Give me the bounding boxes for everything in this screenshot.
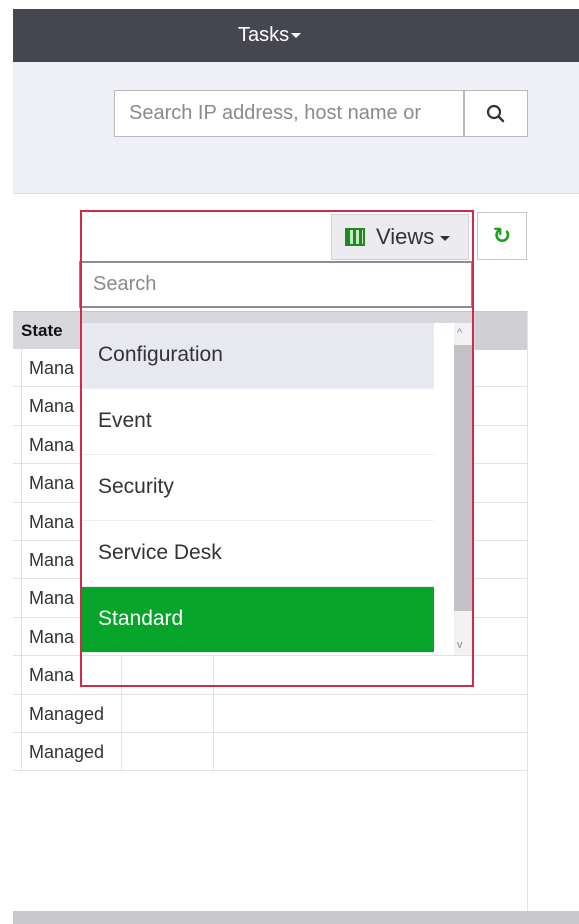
caret-down-icon [291, 33, 302, 39]
table-row[interactable]: Managed [13, 732, 528, 772]
view-option-configuration[interactable]: Configuration [80, 323, 434, 389]
refresh-icon: ↻ [492, 223, 512, 248]
scroll-up-icon[interactable]: ^ [457, 327, 462, 339]
table-cell [213, 732, 528, 771]
table-row[interactable]: Managed [13, 694, 528, 733]
tasks-menu[interactable]: Tasks [238, 9, 302, 62]
views-dropdown-scrollbar[interactable]: ^ v [454, 323, 472, 655]
table-cell [213, 694, 528, 733]
table-cell [121, 732, 213, 771]
scroll-down-icon[interactable]: v [457, 639, 463, 651]
state-cell: Mana [21, 656, 121, 695]
search-button[interactable] [464, 90, 528, 137]
caret-down-icon [440, 235, 451, 241]
horizontal-scrollbar[interactable] [13, 911, 579, 924]
view-option-standard[interactable]: Standard [80, 587, 434, 653]
search-band: Search IP address, host name or [13, 62, 579, 194]
scrollbar-thumb[interactable] [454, 345, 472, 611]
refresh-button[interactable]: ↻ [477, 212, 527, 260]
views-button[interactable]: Views [331, 214, 469, 260]
view-option-service-desk[interactable]: Service Desk [80, 521, 434, 587]
state-cell: Managed [21, 694, 121, 733]
table-right-border [527, 311, 528, 911]
table-cell [121, 656, 213, 695]
search-input[interactable]: Search IP address, host name or [114, 90, 464, 137]
grid-view-icon [345, 228, 365, 246]
top-bar: Tasks [13, 9, 579, 62]
tasks-menu-label: Tasks [238, 24, 290, 46]
state-cell: Managed [21, 732, 121, 771]
table-cell [121, 694, 213, 733]
column-header-state[interactable]: State [21, 312, 63, 350]
table-cell [213, 656, 528, 695]
views-button-label: Views [376, 224, 435, 249]
view-option-security[interactable]: Security [80, 455, 434, 521]
views-dropdown-list: Configuration Event Security Service Des… [80, 323, 454, 655]
views-search-input[interactable]: Search [79, 261, 473, 308]
column-header-filler [475, 312, 528, 350]
search-icon [486, 104, 505, 123]
view-option-event[interactable]: Event [80, 389, 434, 455]
table-row[interactable]: Mana [13, 656, 528, 695]
